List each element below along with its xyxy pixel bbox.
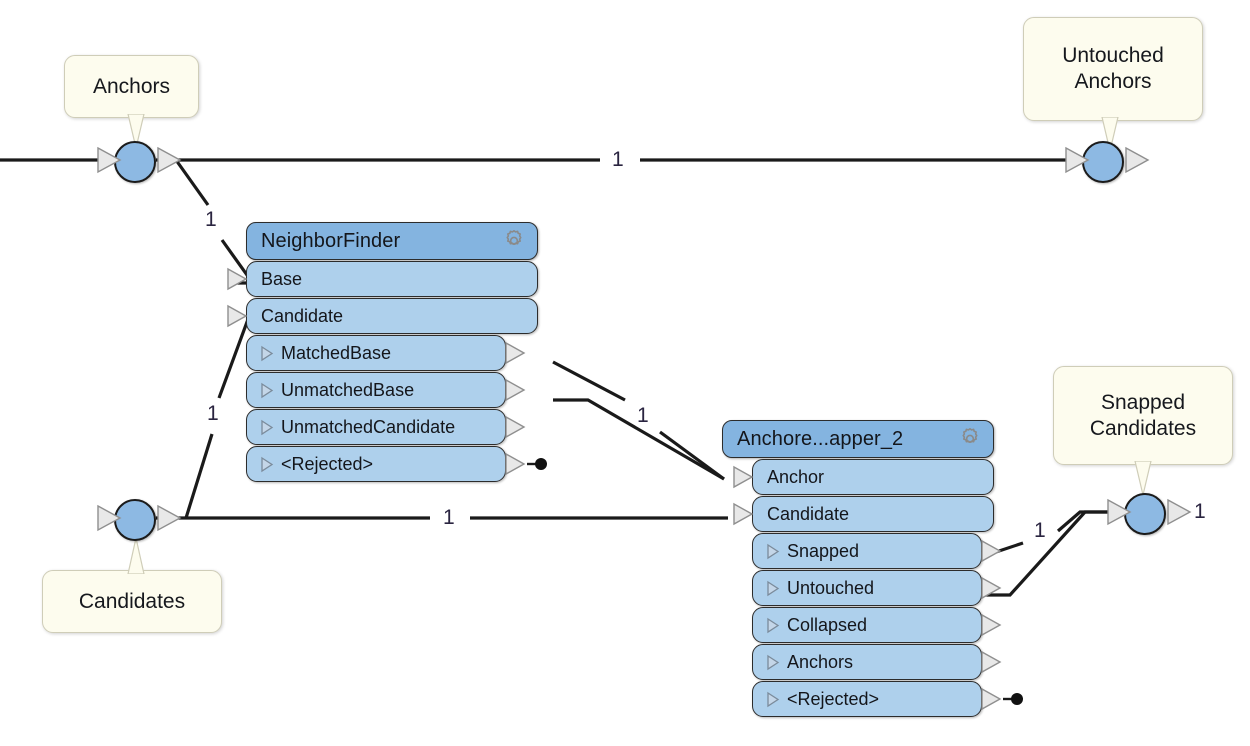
- wire-label-anchors-to-untouched: 1: [612, 148, 624, 171]
- param-label: Collapsed: [787, 614, 868, 635]
- bubble-anchors[interactable]: Anchors: [64, 55, 199, 118]
- output-connector-icon: [981, 687, 1002, 711]
- param-label: Candidate: [767, 503, 850, 524]
- input-connector-icon: [227, 267, 248, 291]
- param-row-collapsed[interactable]: Collapsed: [752, 607, 1002, 643]
- param-row-matchedbase[interactable]: MatchedBase: [246, 335, 526, 371]
- input-connector-icon: [227, 304, 248, 328]
- wire-matchedbase-to-anchor-b: [659, 430, 725, 481]
- triangle-right-icon[interactable]: [258, 419, 275, 436]
- param-row-unmatchedcandidate[interactable]: UnmatchedCandidate: [246, 409, 526, 445]
- output-connector-icon: [981, 613, 1002, 637]
- input-connector-icon: [733, 502, 754, 526]
- param-row-unmatchedbase[interactable]: UnmatchedBase: [246, 372, 526, 408]
- triangle-right-icon[interactable]: [764, 617, 781, 634]
- component-anchored-snapper-2[interactable]: Anchore...apper_2 Anchor Candidate Snapp…: [722, 420, 1023, 717]
- component-params-anchored-snapper-2: Anchor Candidate Snapped Untouched Colla…: [722, 459, 1023, 717]
- param-node-anchors-connectors: [97, 146, 182, 174]
- component-header-anchored-snapper-2[interactable]: Anchore...apper_2: [722, 420, 994, 458]
- bubble-untouched-anchors[interactable]: Untouched Anchors: [1023, 17, 1203, 121]
- param-label: Untouched: [787, 577, 875, 598]
- bubble-candidates-label: Candidates: [78, 589, 186, 613]
- input-connector-icon: [733, 465, 754, 489]
- triangle-right-icon[interactable]: [258, 382, 275, 399]
- wire-label-anchors-to-base: 1: [205, 208, 217, 231]
- wire-untouched-to-node: [981, 510, 1124, 597]
- param-label: Snapped: [787, 540, 860, 561]
- wire-label-base-outputs-to-anchor: 1: [637, 404, 649, 427]
- bubble-untouched-anchors-label: Untouched Anchors: [1062, 44, 1164, 93]
- param-label: Anchors: [787, 651, 854, 672]
- param-label: Anchor: [767, 466, 825, 487]
- output-connector-icon: [505, 378, 526, 402]
- triangle-right-icon[interactable]: [764, 691, 781, 708]
- param-row-base[interactable]: Base: [227, 261, 538, 297]
- param-node-candidates-connectors: [97, 504, 182, 532]
- grasshopper-canvas: .w { fill:none; stroke:#1a1a1a; stroke-w…: [0, 0, 1250, 746]
- component-title: Anchore...apper_2: [737, 427, 904, 450]
- param-row-anchors-out[interactable]: Anchors: [752, 644, 1002, 680]
- output-connector-icon: [981, 539, 1002, 563]
- param-label: UnmatchedCandidate: [281, 416, 456, 437]
- bubble-tail-snapped-candidates: [1134, 461, 1152, 496]
- param-row-rejected-2[interactable]: <Rejected>: [752, 681, 1023, 717]
- output-connector-icon: [505, 415, 526, 439]
- param-row-untouched[interactable]: Untouched: [752, 570, 1002, 606]
- triangle-right-icon[interactable]: [764, 543, 781, 560]
- gear-icon[interactable]: [957, 426, 983, 452]
- rejected-terminator-dot-icon: [527, 458, 547, 470]
- output-connector-icon: [981, 650, 1002, 674]
- param-row-anchor[interactable]: Anchor: [733, 459, 994, 495]
- bubble-snapped-candidates-label: Snapped Candidates: [1089, 390, 1197, 440]
- output-connector-icon: [505, 452, 526, 476]
- gear-icon[interactable]: [501, 228, 527, 254]
- rejected-terminator-dot-icon: [1003, 693, 1023, 705]
- output-connector-icon: [505, 341, 526, 365]
- param-label: <Rejected>: [787, 688, 880, 709]
- component-header-neighbor-finder[interactable]: NeighborFinder: [246, 222, 538, 260]
- param-label: MatchedBase: [281, 342, 392, 363]
- wire-label-candidates-to-snapper: 1: [443, 506, 455, 529]
- param-node-snapped-candidates-connectors: [1107, 498, 1192, 526]
- triangle-right-icon[interactable]: [764, 654, 781, 671]
- wire-label-candidates-to-candidate: 1: [207, 402, 219, 425]
- param-label: Base: [261, 268, 303, 289]
- param-node-untouched-anchors-connectors: [1065, 146, 1150, 174]
- triangle-right-icon[interactable]: [764, 580, 781, 597]
- bubble-snapped-candidates[interactable]: Snapped Candidates: [1053, 366, 1233, 465]
- param-label: Candidate: [261, 305, 344, 326]
- bubble-candidates[interactable]: Candidates: [42, 570, 222, 633]
- param-label: <Rejected>: [281, 453, 374, 474]
- wire-label-snapped-out: 1: [1194, 500, 1206, 523]
- param-row-candidate[interactable]: Candidate: [227, 298, 538, 334]
- triangle-right-icon[interactable]: [258, 456, 275, 473]
- wire-matchedbase-to-anchor-a: [552, 360, 626, 402]
- param-label: UnmatchedBase: [281, 379, 415, 400]
- bubble-anchors-label: Anchors: [92, 74, 171, 98]
- component-params-neighbor-finder: Base Candidate MatchedBase UnmatchedBase…: [227, 261, 547, 482]
- component-neighbor-finder[interactable]: NeighborFinder Base Candidate MatchedBas…: [227, 222, 547, 482]
- wire-label-snapper-to-snapped: 1: [1034, 519, 1046, 542]
- output-connector-icon: [981, 576, 1002, 600]
- param-row-snapped[interactable]: Snapped: [752, 533, 1002, 569]
- param-row-candidate-2[interactable]: Candidate: [733, 496, 994, 532]
- param-row-rejected[interactable]: <Rejected>: [246, 446, 547, 482]
- component-title: NeighborFinder: [261, 229, 401, 252]
- triangle-right-icon[interactable]: [258, 345, 275, 362]
